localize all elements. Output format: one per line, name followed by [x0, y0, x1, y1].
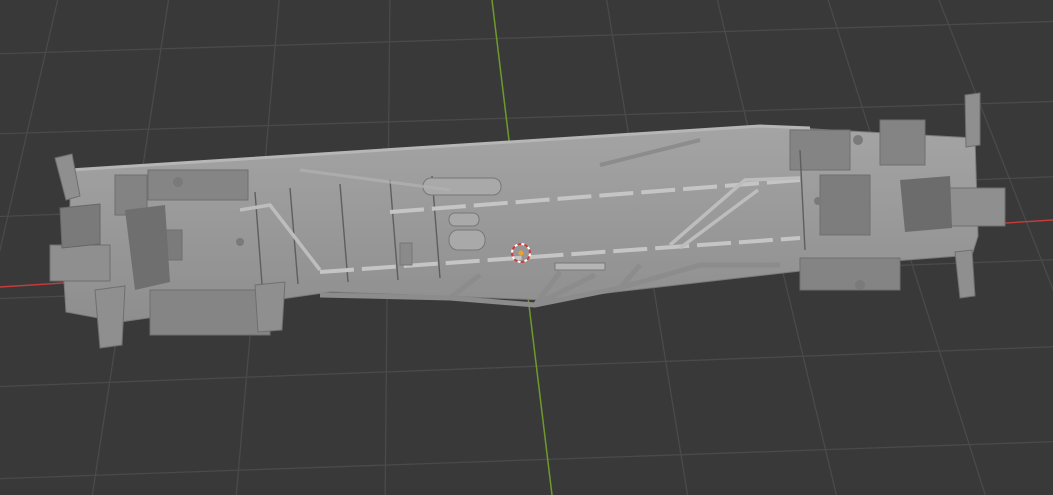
- left-coupler-pocket: [59, 203, 101, 249]
- 3d-viewport[interactable]: [0, 0, 1053, 495]
- right-end-recess: [900, 176, 952, 232]
